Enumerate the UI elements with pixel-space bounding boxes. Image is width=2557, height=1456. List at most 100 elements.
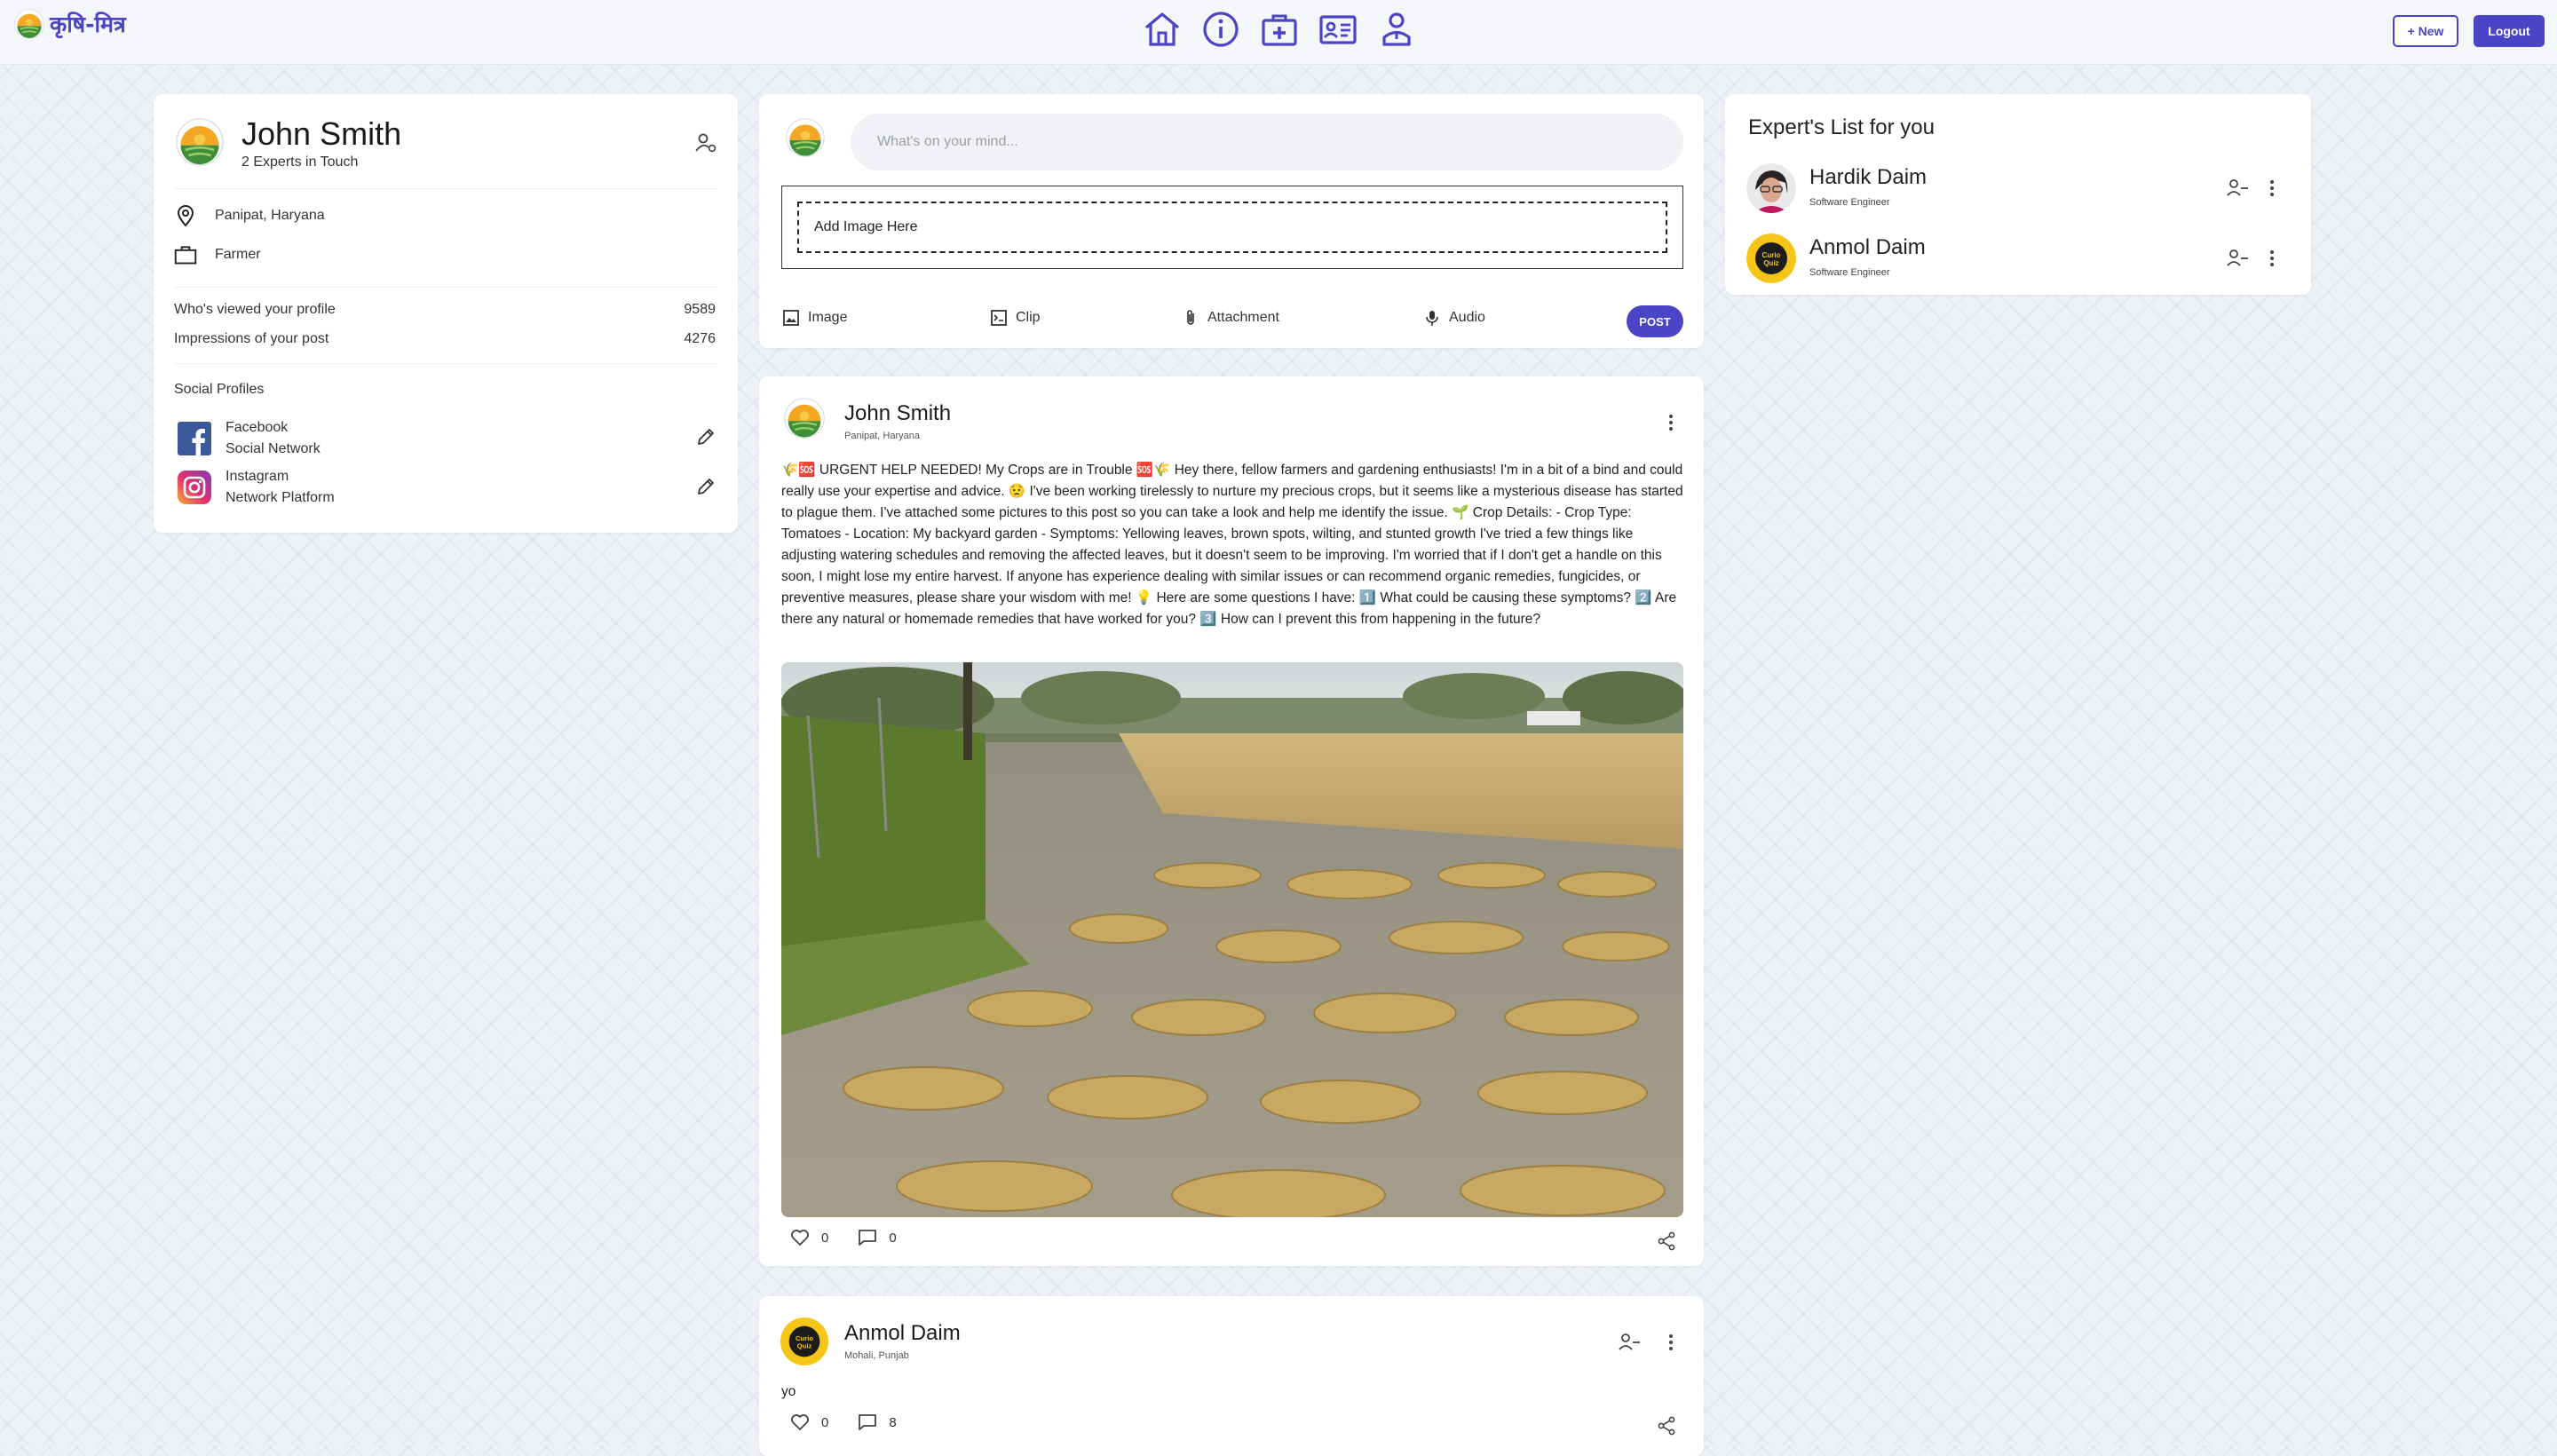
post-body: yo — [781, 1384, 796, 1399]
post-author-location: Panipat, Haryana — [844, 431, 920, 441]
expert-name[interactable]: Anmol Daim — [1809, 235, 1926, 260]
experts-in-touch: 2 Experts in Touch — [241, 154, 359, 170]
home-icon — [1144, 12, 1180, 46]
microphone-icon — [1426, 311, 1438, 326]
drop-label: Add Image Here — [814, 219, 918, 234]
app-logo[interactable]: कृषि-मित्र — [14, 9, 126, 39]
stat-value: 9589 — [684, 302, 716, 317]
remove-connection-icon[interactable] — [2226, 178, 2249, 199]
image-button[interactable]: Image — [782, 309, 847, 327]
logout-button[interactable]: Logout — [2474, 15, 2545, 47]
composer-avatar — [786, 118, 825, 157]
nav-home[interactable] — [1142, 7, 1183, 51]
nav-medical[interactable] — [1259, 7, 1300, 51]
logo-icon — [14, 9, 44, 39]
stat-value: 4276 — [684, 331, 716, 346]
like-count: 0 — [821, 1230, 829, 1246]
edit-instagram-icon[interactable] — [695, 476, 716, 497]
info-icon — [1203, 12, 1239, 47]
post-body: 🌾🆘 URGENT HELP NEEDED! My Crops are in T… — [781, 463, 1683, 627]
more-options-icon[interactable] — [2261, 178, 2283, 199]
experts-card: Expert's List for you Hardik Daim Softwa… — [1725, 94, 2311, 295]
expert-role: Software Engineer — [1809, 267, 1890, 278]
post-actions: 0 8 — [789, 1412, 897, 1433]
edit-facebook-icon[interactable] — [695, 426, 716, 447]
more-options-icon[interactable] — [2261, 248, 2283, 269]
post-author-avatar[interactable] — [784, 398, 825, 439]
audio-button[interactable]: Audio — [1423, 309, 1485, 327]
post-button[interactable]: POST — [1627, 305, 1683, 337]
briefcase-icon — [174, 246, 197, 265]
location-pin-icon — [177, 205, 194, 227]
new-button[interactable]: + New — [2393, 15, 2458, 47]
audio-label: Audio — [1449, 310, 1485, 325]
social-name: Instagram — [226, 469, 289, 484]
stat-profile-views[interactable]: Who's viewed your profile 9589 — [174, 302, 716, 318]
top-bar: कृषि-मित्र + New Logout — [0, 0, 2557, 65]
post-card: John Smith Panipat, Haryana 🌾🆘 URGENT HE… — [759, 376, 1704, 1266]
like-count: 0 — [821, 1414, 829, 1430]
divider — [174, 287, 717, 288]
social-profiles-heading: Social Profiles — [174, 382, 265, 397]
post-author-name[interactable]: John Smith — [844, 401, 951, 426]
post-author-name[interactable]: Anmol Daim — [844, 1321, 961, 1346]
stat-impressions[interactable]: Impressions of your post 4276 — [174, 331, 716, 347]
main-nav — [1142, 7, 1417, 51]
id-card-icon — [1319, 15, 1357, 44]
attachment-button[interactable]: Attachment — [1182, 309, 1279, 327]
location-text: Panipat, Haryana — [215, 208, 325, 223]
social-name: Facebook — [226, 420, 289, 435]
attachment-label: Attachment — [1207, 310, 1279, 325]
image-drop-area[interactable]: Add Image Here — [781, 186, 1683, 269]
image-drop-zone[interactable]: Add Image Here — [797, 202, 1667, 253]
clip-button[interactable]: Clip — [990, 309, 1041, 327]
clip-icon — [991, 310, 1007, 326]
share-icon[interactable] — [1656, 1415, 1677, 1436]
clip-label: Clip — [1016, 310, 1041, 325]
comment-icon[interactable] — [857, 1412, 878, 1433]
expert-avatar — [1746, 163, 1796, 213]
profile-card: John Smith 2 Experts in Touch Panipat, H… — [154, 94, 738, 533]
like-icon[interactable] — [789, 1227, 811, 1248]
social-facebook[interactable]: Facebook Social Network — [178, 417, 321, 460]
nav-info[interactable] — [1200, 7, 1241, 51]
divider — [174, 363, 717, 364]
post-author-avatar[interactable] — [780, 1318, 828, 1365]
share-icon[interactable] — [1656, 1230, 1677, 1252]
expert-name[interactable]: Hardik Daim — [1809, 165, 1927, 190]
more-options-icon[interactable] — [1660, 412, 1682, 433]
social-type: Social Network — [226, 441, 321, 456]
post-input[interactable] — [851, 114, 1683, 170]
stat-label: Who's viewed your profile — [174, 302, 336, 317]
profile-avatar — [176, 118, 224, 166]
expert-role: Software Engineer — [1809, 197, 1890, 208]
comment-count: 0 — [889, 1230, 897, 1246]
expert-item[interactable]: Anmol Daim Software Engineer — [1746, 233, 2297, 285]
social-instagram[interactable]: Instagram Network Platform — [178, 466, 335, 509]
comment-count: 8 — [889, 1414, 897, 1430]
location-row: Panipat, Haryana — [174, 204, 325, 227]
occupation-row: Farmer — [174, 243, 261, 266]
stat-label: Impressions of your post — [174, 331, 329, 346]
flooded-field-photo — [781, 662, 1683, 1217]
facebook-icon — [178, 422, 211, 455]
profile-name: John Smith — [241, 115, 402, 152]
like-icon[interactable] — [789, 1412, 811, 1433]
post-image[interactable] — [781, 662, 1683, 1217]
medical-kit-icon — [1262, 14, 1297, 46]
manage-account-icon[interactable] — [694, 131, 717, 154]
image-label: Image — [808, 310, 848, 325]
more-options-icon[interactable] — [1660, 1332, 1682, 1353]
expert-avatar — [1746, 233, 1796, 283]
image-icon — [783, 310, 799, 326]
remove-connection-icon[interactable] — [1618, 1332, 1641, 1353]
instagram-icon — [178, 471, 211, 504]
occupation-text: Farmer — [215, 247, 261, 262]
nav-expert[interactable] — [1376, 7, 1417, 51]
nav-id-card[interactable] — [1318, 7, 1358, 51]
app-title: कृषि-मित्र — [50, 12, 126, 37]
divider — [174, 188, 717, 189]
comment-icon[interactable] — [857, 1227, 878, 1248]
expert-item[interactable]: Hardik Daim Software Engineer — [1746, 163, 2297, 215]
remove-connection-icon[interactable] — [2226, 248, 2249, 269]
